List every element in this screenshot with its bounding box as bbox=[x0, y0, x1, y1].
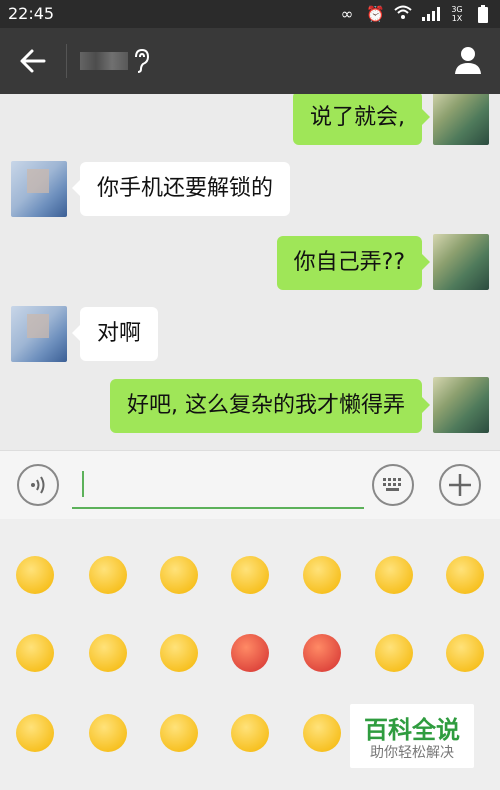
more-options-button[interactable] bbox=[439, 464, 481, 506]
alarm-icon: ⏰ bbox=[366, 5, 385, 23]
signal-icon bbox=[422, 5, 440, 23]
battery-icon bbox=[474, 5, 492, 23]
avatar-blur bbox=[27, 169, 49, 193]
grin-emoji[interactable] bbox=[446, 634, 484, 672]
earpiece-mode-icon bbox=[130, 48, 152, 74]
shocked-emoji[interactable] bbox=[160, 714, 198, 752]
voice-icon bbox=[31, 476, 45, 494]
sob-emoji[interactable] bbox=[160, 634, 198, 672]
person-icon bbox=[455, 47, 481, 74]
heart-eyes-emoji[interactable] bbox=[160, 556, 198, 594]
chat-area[interactable]: 说了就会, 你手机还要解锁的 你自己弄?? 对啊 好吧, 这么复杂的我才懒得弄 bbox=[0, 94, 500, 450]
sync-icon: ∞ bbox=[340, 5, 354, 23]
title-bar bbox=[0, 28, 500, 94]
watermark-subtitle: 助你轻松解决 bbox=[370, 745, 454, 761]
dizzy-emoji[interactable] bbox=[303, 714, 341, 752]
avatar-blur bbox=[27, 314, 49, 338]
star-eyes-emoji[interactable] bbox=[446, 556, 484, 594]
my-avatar[interactable] bbox=[433, 94, 489, 145]
chat-info-button[interactable] bbox=[452, 44, 484, 76]
keyboard-button[interactable] bbox=[372, 464, 414, 506]
keyboard-icon bbox=[383, 478, 401, 491]
wink-tongue-emoji[interactable] bbox=[375, 634, 413, 672]
message-input[interactable] bbox=[72, 463, 364, 509]
contact-name-blurred bbox=[80, 52, 128, 70]
plus-icon bbox=[449, 474, 471, 496]
text-cursor bbox=[82, 471, 84, 497]
status-time: 22:45 bbox=[8, 4, 55, 23]
sleepy-emoji[interactable] bbox=[89, 634, 127, 672]
back-button[interactable] bbox=[14, 43, 54, 79]
scream-emoji[interactable] bbox=[231, 714, 269, 752]
voice-input-button[interactable] bbox=[17, 464, 59, 506]
title-divider bbox=[66, 44, 67, 78]
wifi-icon bbox=[394, 5, 412, 23]
watermark-logo: 百科全说 助你轻松解决 bbox=[350, 704, 474, 768]
cool-sunglasses-emoji[interactable] bbox=[303, 556, 341, 594]
furious-emoji[interactable] bbox=[303, 634, 341, 672]
status-bar: 22:45 ∞ ⏰ 3G 1X bbox=[0, 0, 500, 28]
message-bubble-received[interactable]: 你手机还要解锁的 bbox=[71, 162, 291, 216]
input-bar bbox=[0, 450, 500, 520]
back-arrow-icon bbox=[20, 49, 46, 73]
angry-red-emoji[interactable] bbox=[231, 634, 269, 672]
my-avatar[interactable] bbox=[433, 234, 489, 290]
surprised-emoji[interactable] bbox=[16, 714, 54, 752]
my-avatar[interactable] bbox=[433, 377, 489, 433]
watermark-title: 百科全说 bbox=[364, 716, 460, 744]
shush-emoji[interactable] bbox=[16, 634, 54, 672]
bashful-emoji[interactable] bbox=[89, 556, 127, 594]
crying-emoji[interactable] bbox=[375, 556, 413, 594]
eye-roll-emoji[interactable] bbox=[231, 556, 269, 594]
message-bubble-sent[interactable]: 说了就会, bbox=[293, 94, 430, 145]
message-bubble-sent[interactable]: 你自己弄?? bbox=[276, 236, 431, 290]
message-bubble-sent[interactable]: 好吧, 这么复杂的我才懒得弄 bbox=[110, 379, 430, 433]
smile-emoji[interactable] bbox=[16, 556, 54, 594]
status-icons: ∞ ⏰ 3G 1X bbox=[338, 4, 492, 24]
contact-avatar[interactable] bbox=[11, 161, 67, 217]
sad-emoji[interactable] bbox=[89, 714, 127, 752]
network-label: 3G 1X bbox=[451, 5, 463, 23]
message-bubble-received[interactable]: 对啊 bbox=[71, 307, 159, 361]
contact-avatar[interactable] bbox=[11, 306, 67, 362]
